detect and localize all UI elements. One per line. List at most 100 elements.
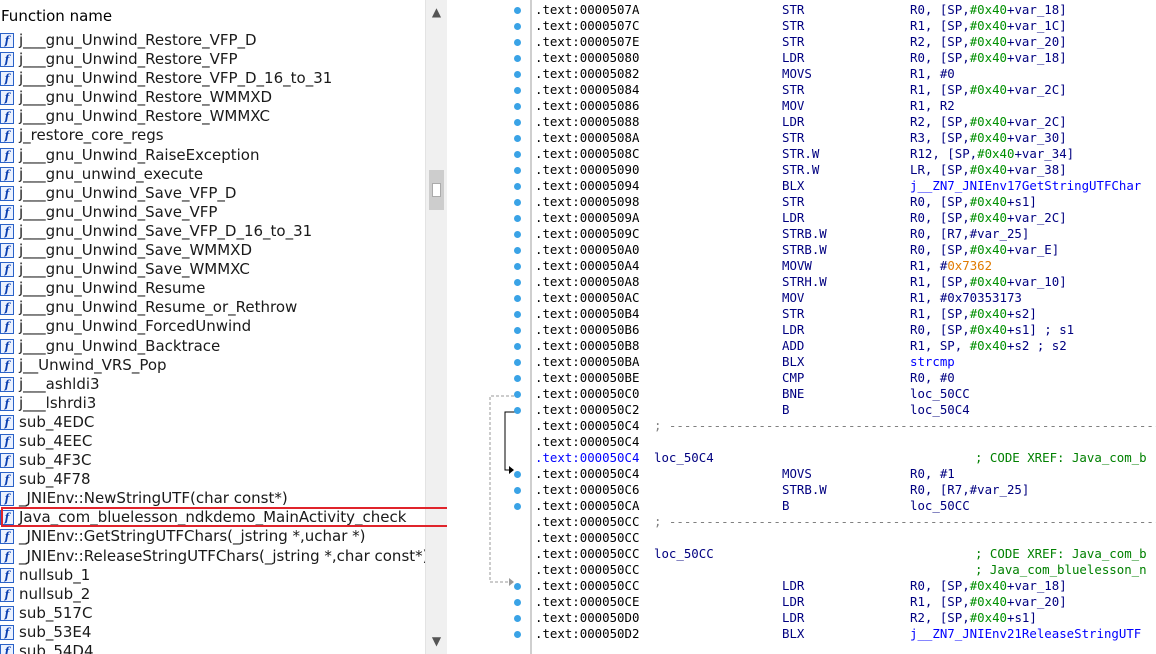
breakpoint-dot-icon[interactable] xyxy=(514,23,521,30)
disassembly-view[interactable]: .text:0000507A STR R0, [SP,#0x40+var_18] .t… xyxy=(530,0,1156,654)
breakpoint-dot-icon[interactable] xyxy=(514,71,521,78)
symbol-reference[interactable]: j__ZN7_JNIEnv17GetStringUTFChar xyxy=(910,178,1141,193)
operand-part: #0x40 xyxy=(969,2,1007,17)
breakpoint-dot-icon[interactable] xyxy=(514,295,521,302)
breakpoint-dot-icon[interactable] xyxy=(514,343,521,350)
breakpoint-dot-icon[interactable] xyxy=(514,599,521,606)
function-list-item[interactable]: f sub_4EEC xyxy=(0,432,425,451)
breakpoint-dot-icon[interactable] xyxy=(514,167,521,174)
function-list-item[interactable]: f j___gnu_Unwind_Save_VFP_D_16_to_31 xyxy=(0,222,425,241)
breakpoint-dot-icon[interactable] xyxy=(514,7,521,14)
function-name: j___gnu_Unwind_Save_VFP xyxy=(19,202,218,221)
function-list-item[interactable]: f _JNIEnv::GetStringUTFChars(_jstring *,u… xyxy=(0,527,425,546)
function-list-item[interactable]: f j___gnu_Unwind_Restore_VFP_D_16_to_31 xyxy=(0,69,425,88)
function-list-item[interactable]: f sub_517C xyxy=(0,604,425,623)
function-name-column-header[interactable]: Function name xyxy=(0,6,426,26)
operands: loc_50CC xyxy=(910,498,970,514)
xref-comment[interactable]: ; CODE XREF: Java_com_b xyxy=(975,546,1147,562)
breakpoint-dot-icon[interactable] xyxy=(514,631,521,638)
breakpoint-dot-icon[interactable] xyxy=(514,407,521,414)
function-list-item[interactable]: f j___gnu_Unwind_Save_WMMXD xyxy=(0,241,425,260)
breakpoint-dot-icon[interactable] xyxy=(514,103,521,110)
function-list-item[interactable]: f j___gnu_Unwind_Resume xyxy=(0,279,425,298)
function-name: j___gnu_Unwind_Restore_WMMXD xyxy=(19,88,273,107)
function-list-item[interactable]: f _JNIEnv::NewStringUTF(char const*) xyxy=(0,489,425,508)
breakpoint-dot-icon[interactable] xyxy=(514,135,521,142)
breakpoint-dot-icon[interactable] xyxy=(514,615,521,622)
breakpoint-dot-icon[interactable] xyxy=(514,327,521,334)
function-list-item[interactable]: f j___ashldi3 xyxy=(0,375,425,394)
breakpoint-dot-icon[interactable] xyxy=(514,151,521,158)
breakpoint-dot-icon[interactable] xyxy=(514,471,521,478)
function-name: Java_com_bluelesson_ndkdemo_MainActivity… xyxy=(19,508,407,527)
function-name: j___gnu_Unwind_ForcedUnwind xyxy=(19,317,252,336)
function-list-item[interactable]: f sub_4EDC xyxy=(0,413,425,432)
breakpoint-dot-icon[interactable] xyxy=(514,183,521,190)
function-list-item[interactable]: f sub_54D4 xyxy=(0,642,425,654)
operand-part: +var_30] xyxy=(1007,130,1067,145)
breakpoint-dot-icon[interactable] xyxy=(514,487,521,494)
xref-comment[interactable]: ; Java_com_bluelesson_n xyxy=(975,562,1147,578)
function-list-scrollbar[interactable]: ▲ ▼ xyxy=(425,0,447,654)
symbol-reference[interactable]: j__ZN7_JNIEnv21ReleaseStringUTF xyxy=(910,626,1141,641)
function-list-item[interactable]: f Java_com_bluelesson_ndkdemo_MainActivit… xyxy=(0,508,425,527)
breakpoint-dot-icon[interactable] xyxy=(514,247,521,254)
code-label[interactable]: loc_50C4 xyxy=(654,450,714,466)
operand-part: +s1] xyxy=(1007,194,1037,209)
function-list-item[interactable]: f j___gnu_unwind_execute xyxy=(0,165,425,184)
xref-comment[interactable]: ; CODE XREF: Java_com_b xyxy=(975,450,1147,466)
breakpoint-dot-icon[interactable] xyxy=(514,503,521,510)
breakpoint-dot-icon[interactable] xyxy=(514,263,521,270)
operand-part: +s2] xyxy=(1007,306,1037,321)
mnemonic: STR xyxy=(782,130,805,145)
code-label[interactable]: loc_50CC xyxy=(654,546,714,562)
breakpoint-dot-icon[interactable] xyxy=(514,391,521,398)
function-list-item[interactable]: f j___lshrdi3 xyxy=(0,394,425,413)
scroll-up-icon[interactable]: ▲ xyxy=(426,2,447,22)
breakpoint-dot-icon[interactable] xyxy=(514,311,521,318)
operands: R1, #0 xyxy=(910,66,955,82)
function-list-item[interactable]: f nullsub_1 xyxy=(0,566,425,585)
function-list-item[interactable]: f sub_53E4 xyxy=(0,623,425,642)
function-list-item[interactable]: f j___gnu_Unwind_Save_VFP xyxy=(0,203,425,222)
breakpoint-dot-icon[interactable] xyxy=(514,39,521,46)
function-list-item[interactable]: f j___gnu_Unwind_Save_WMMXC xyxy=(0,260,425,279)
breakpoint-dot-icon[interactable] xyxy=(514,359,521,366)
instruction-address: .text:00005082 xyxy=(535,66,640,81)
function-list-item[interactable]: f j___gnu_Unwind_ForcedUnwind xyxy=(0,317,425,336)
function-list-item[interactable]: f nullsub_2 xyxy=(0,585,425,604)
operands: R0, [SP,#0x40+var_18] xyxy=(910,50,1067,66)
scroll-down-icon[interactable]: ▼ xyxy=(426,631,447,651)
breakpoint-dot-icon[interactable] xyxy=(514,119,521,126)
function-list-item[interactable]: f _JNIEnv::ReleaseStringUTFChars(_jstring… xyxy=(0,547,429,566)
operands: strcmp xyxy=(910,354,955,370)
breakpoint-dot-icon[interactable] xyxy=(514,199,521,206)
scroll-thumb[interactable] xyxy=(429,170,444,210)
breakpoint-dot-icon[interactable] xyxy=(514,231,521,238)
function-icon: f xyxy=(0,338,14,354)
function-list-item[interactable]: f j___gnu_Unwind_Restore_WMMXC xyxy=(0,107,425,126)
pane-splitter[interactable] xyxy=(447,0,489,654)
operand-part: +var_20] xyxy=(1007,34,1067,49)
function-list-item[interactable]: f sub_4F78 xyxy=(0,470,425,489)
breakpoint-dot-icon[interactable] xyxy=(514,375,521,382)
breakpoint-dot-icon[interactable] xyxy=(514,87,521,94)
operand-part: #0x40 xyxy=(969,50,1007,65)
function-list-item[interactable]: f j___gnu_Unwind_RaiseException xyxy=(0,146,425,165)
breakpoint-dot-icon[interactable] xyxy=(514,279,521,286)
function-list-item[interactable]: f j___gnu_Unwind_Restore_WMMXD xyxy=(0,88,425,107)
function-list-item[interactable]: f j___gnu_Unwind_Backtrace xyxy=(0,337,425,356)
function-list-item[interactable]: f j__Unwind_VRS_Pop xyxy=(0,356,425,375)
function-list-item[interactable]: f sub_4F3C xyxy=(0,451,425,470)
function-list-item[interactable]: f j___gnu_Unwind_Save_VFP_D xyxy=(0,184,425,203)
function-list-item[interactable]: f j___gnu_Unwind_Restore_VFP xyxy=(0,50,425,69)
breakpoint-dot-icon[interactable] xyxy=(514,215,521,222)
breakpoint-dot-icon[interactable] xyxy=(514,583,521,590)
operand-part: +var_10] xyxy=(1007,274,1067,289)
function-name: _JNIEnv::ReleaseStringUTFChars(_jstring … xyxy=(19,546,429,565)
function-list-item[interactable]: f j___gnu_Unwind_Resume_or_Rethrow xyxy=(0,298,425,317)
symbol-reference[interactable]: strcmp xyxy=(910,354,955,369)
function-list-item[interactable]: f j_restore_core_regs xyxy=(0,126,425,145)
breakpoint-dot-icon[interactable] xyxy=(514,55,521,62)
function-list-item[interactable]: f j___gnu_Unwind_Restore_VFP_D xyxy=(0,31,425,50)
